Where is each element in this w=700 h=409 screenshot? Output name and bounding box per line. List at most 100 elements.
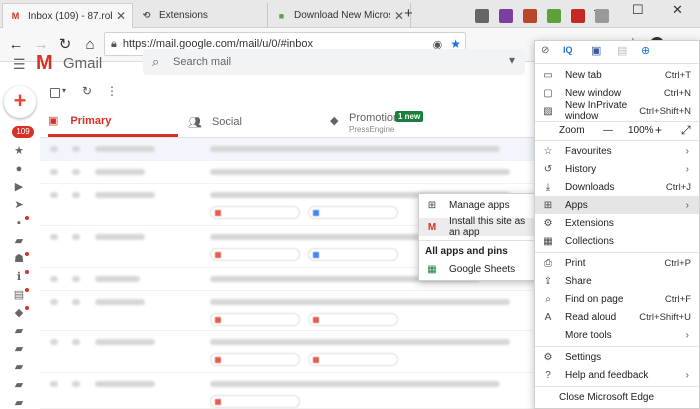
menu-tab-icon-5[interactable]: ⊕ xyxy=(641,44,650,57)
compose-button[interactable]: + xyxy=(4,86,36,118)
collections-icon: ▦ xyxy=(543,235,553,247)
menu-apps[interactable]: ⊞ Apps › xyxy=(535,196,699,214)
label-icon[interactable]: ▰ xyxy=(12,380,26,391)
label-icon[interactable]: ▰ xyxy=(12,362,26,373)
label-icon[interactable]: ▰ xyxy=(12,344,26,355)
google-sheets-item[interactable]: ▦ Google Sheets xyxy=(419,260,535,278)
zoom-in-button[interactable]: + xyxy=(655,123,662,137)
help-icon: ? xyxy=(545,369,551,381)
search-options-icon[interactable]: ▾ xyxy=(509,53,515,67)
apps-grid-icon: ⊞ xyxy=(427,199,437,211)
menu-print[interactable]: ⎙ Print Ctrl+P xyxy=(535,254,699,272)
apps-icon: ⊞ xyxy=(543,199,553,211)
drafts-icon[interactable]: ▪ xyxy=(12,216,29,229)
inprivate-icon: ▨ xyxy=(543,105,553,117)
label-icon[interactable]: ▰ xyxy=(12,236,26,247)
menu-new-tab[interactable]: ▭ New tab Ctrl+T xyxy=(535,66,699,84)
menu-find-on-page[interactable]: ⌕ Find on page Ctrl+F xyxy=(535,290,699,308)
close-window-button[interactable]: ✕ xyxy=(672,2,683,18)
menu-help-feedback[interactable]: ? Help and feedback › xyxy=(535,366,699,384)
tag-icon: ◆ xyxy=(330,115,339,127)
new-tab-icon: ▭ xyxy=(543,69,553,81)
settings-icon: ⚙ xyxy=(543,351,553,363)
tag-icon[interactable]: ◆ xyxy=(12,306,29,319)
info-icon[interactable]: ℹ xyxy=(12,270,29,283)
find-icon: ⌕ xyxy=(545,293,551,305)
email-row[interactable] xyxy=(40,161,535,184)
select-dropdown-icon[interactable]: ▾ xyxy=(62,86,66,95)
menu-favourites[interactable]: ☆ Favourites › xyxy=(535,142,699,160)
back-icon[interactable]: ← xyxy=(7,36,25,54)
zoom-out-button[interactable]: — xyxy=(603,125,613,136)
install-site-as-app-item[interactable]: M Install this site as an app xyxy=(419,216,535,238)
new-window-icon: ▢ xyxy=(543,87,553,99)
new-tab-button[interactable]: + xyxy=(404,5,413,22)
close-tab-icon[interactable]: ✕ xyxy=(394,9,404,23)
apps-submenu: ⊞ Manage apps M Install this site as an ap… xyxy=(418,193,536,281)
menu-more-tools[interactable]: More tools › xyxy=(535,326,699,344)
select-all-checkbox[interactable] xyxy=(50,88,60,98)
refresh-icon[interactable]: ↻ xyxy=(56,36,74,54)
menu-share[interactable]: ⇪ Share xyxy=(535,272,699,290)
more-options-icon[interactable]: ⋮ xyxy=(106,84,118,98)
extensions-icon: ⚙ xyxy=(543,217,553,229)
menu-new-inprivate[interactable]: ▨ New InPrivate window Ctrl+Shift+N xyxy=(535,100,699,122)
tab-edge-download[interactable]: ■ Download New Microsoft Edge | ✕ xyxy=(269,3,411,28)
tab-title: Download New Microsoft Edge | xyxy=(294,10,390,21)
email-row[interactable] xyxy=(40,331,535,373)
sent-icon[interactable]: ➤ xyxy=(12,200,26,211)
extension-icon[interactable] xyxy=(547,9,561,23)
menu-extensions[interactable]: ⚙ Extensions xyxy=(535,214,699,232)
menu-settings[interactable]: ⚙ Settings xyxy=(535,348,699,366)
tab-gmail[interactable]: M Inbox (109) - 87.robzak@gmail.c ✕ xyxy=(2,3,133,28)
maximize-button[interactable]: ☐ xyxy=(632,2,644,18)
search-input[interactable]: ⌕ Search mail ▾ xyxy=(143,49,525,75)
menu-downloads[interactable]: ⤓ Downloads Ctrl+J xyxy=(535,178,699,196)
inbox-icon[interactable]: ▪ xyxy=(8,130,22,141)
menu-tab-icon-1[interactable]: ⊘ xyxy=(541,45,549,56)
tab-extensions[interactable]: ⟲ Extensions xyxy=(134,3,268,28)
lock-icon: 🔒︎ xyxy=(111,37,117,50)
tab-title: Extensions xyxy=(159,10,208,21)
search-icon: ⌕ xyxy=(152,54,160,69)
email-row[interactable] xyxy=(40,138,535,161)
contacts-icon[interactable]: ☗ xyxy=(12,252,29,265)
label-icon[interactable]: ▰ xyxy=(12,326,26,337)
menu-tab-icon-3[interactable]: ▣ xyxy=(591,44,601,57)
extension-icon[interactable] xyxy=(523,9,537,23)
inbox-category-icon: ▣ xyxy=(48,115,59,127)
sheets-icon: ▦ xyxy=(427,263,437,275)
extension-icon[interactable] xyxy=(595,9,609,23)
menu-tab-icon-4[interactable]: ▤ xyxy=(617,44,627,57)
tab-promotions[interactable]: ◆ Promotions 1 new PressEngine xyxy=(330,110,530,138)
email-row[interactable] xyxy=(40,373,535,409)
menu-tab-icon-2[interactable]: IQ xyxy=(563,45,573,55)
tab-social[interactable]: 👥︎ Social xyxy=(188,107,318,137)
label-icon[interactable]: ▰ xyxy=(12,398,26,409)
chat-icon[interactable]: ▤ xyxy=(12,288,29,301)
extension-icon[interactable] xyxy=(475,9,489,23)
zoom-row: Zoom — 100% + ⤢ xyxy=(535,122,699,139)
onenote-extension-icon[interactable] xyxy=(499,9,513,23)
hamburger-menu-icon[interactable]: ☰ xyxy=(13,56,26,73)
snoozed-icon[interactable]: ● xyxy=(12,164,26,175)
starred-icon[interactable]: ★ xyxy=(12,146,26,157)
gmail-logo-icon: M xyxy=(36,52,53,74)
extension-icon[interactable] xyxy=(571,9,585,23)
tab-primary[interactable]: ▣ Primary xyxy=(48,107,178,137)
important-icon[interactable]: ▶ xyxy=(12,182,26,193)
fullscreen-icon[interactable]: ⤢ xyxy=(681,123,691,138)
close-tab-icon[interactable]: ✕ xyxy=(116,9,126,23)
email-row[interactable] xyxy=(40,291,535,331)
menu-read-aloud[interactable]: A Read aloud Ctrl+Shift+U xyxy=(535,308,699,326)
zoom-value: 100% xyxy=(628,125,654,136)
gmail-logo-text: Gmail xyxy=(63,55,103,72)
search-placeholder: Search mail xyxy=(173,56,232,68)
gmail-favicon-icon: M xyxy=(11,11,20,21)
menu-collections[interactable]: ▦ Collections xyxy=(535,232,699,250)
refresh-mail-icon[interactable]: ↻ xyxy=(82,84,92,98)
menu-history[interactable]: ↺ History › xyxy=(535,160,699,178)
menu-close-edge[interactable]: Close Microsoft Edge xyxy=(535,388,699,406)
manage-apps-item[interactable]: ⊞ Manage apps xyxy=(419,196,535,214)
home-icon[interactable]: ⌂ xyxy=(81,36,99,54)
